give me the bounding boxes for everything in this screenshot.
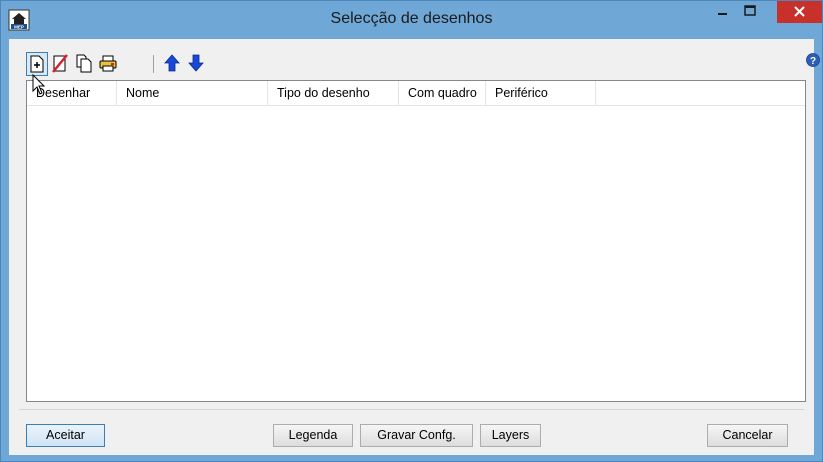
print-drawing-button[interactable]: [98, 52, 120, 76]
mouse-pointer-icon: [32, 74, 46, 95]
printer-icon: [99, 55, 117, 72]
column-header-tipo[interactable]: Tipo do desenho: [268, 81, 399, 105]
maximize-icon: [744, 5, 756, 16]
help-icon[interactable]: ?: [806, 53, 820, 67]
title-bar[interactable]: MEP Selecção de desenhos: [1, 1, 822, 39]
toolbar-separator: [153, 55, 154, 73]
list-header: Desenhar Nome Tipo do desenho Com quadro…: [27, 81, 805, 106]
minimize-icon: [718, 13, 727, 15]
delete-drawing-button[interactable]: [50, 52, 72, 76]
delete-page-icon: [52, 54, 68, 73]
svg-text:?: ?: [810, 56, 816, 67]
window-title: Selecção de desenhos: [330, 10, 493, 27]
footer-divider: [19, 409, 804, 410]
arrow-down-icon: [188, 54, 204, 72]
dialog-window: MEP Selecção de desenhos ? Desenhar Nome…: [0, 0, 823, 462]
move-down-button[interactable]: [186, 52, 208, 76]
copy-pages-icon: [76, 54, 92, 73]
close-button[interactable]: [777, 1, 822, 23]
save-config-button[interactable]: Gravar Confg.: [360, 424, 473, 447]
cancel-button[interactable]: Cancelar: [707, 424, 788, 447]
minimize-button[interactable]: [709, 1, 735, 23]
layers-button[interactable]: Layers: [480, 424, 541, 447]
add-page-icon: [30, 55, 44, 73]
column-header-com-quadro[interactable]: Com quadro: [399, 81, 486, 105]
legend-button[interactable]: Legenda: [273, 424, 353, 447]
column-header-periferico[interactable]: Periférico: [486, 81, 596, 105]
accept-button[interactable]: Aceitar: [26, 424, 105, 447]
maximize-button[interactable]: [737, 1, 763, 23]
drawings-list[interactable]: Desenhar Nome Tipo do desenho Com quadro…: [26, 80, 806, 402]
column-header-nome[interactable]: Nome: [117, 81, 268, 105]
dialog-content: ? Desenhar Nome Tipo do desenho Com quad…: [9, 39, 820, 455]
close-icon: [794, 6, 805, 17]
add-drawing-button[interactable]: [26, 52, 48, 76]
list-body[interactable]: [27, 106, 805, 401]
arrow-up-icon: [164, 54, 180, 72]
copy-drawing-button[interactable]: [74, 52, 96, 76]
move-up-button[interactable]: [162, 52, 184, 76]
